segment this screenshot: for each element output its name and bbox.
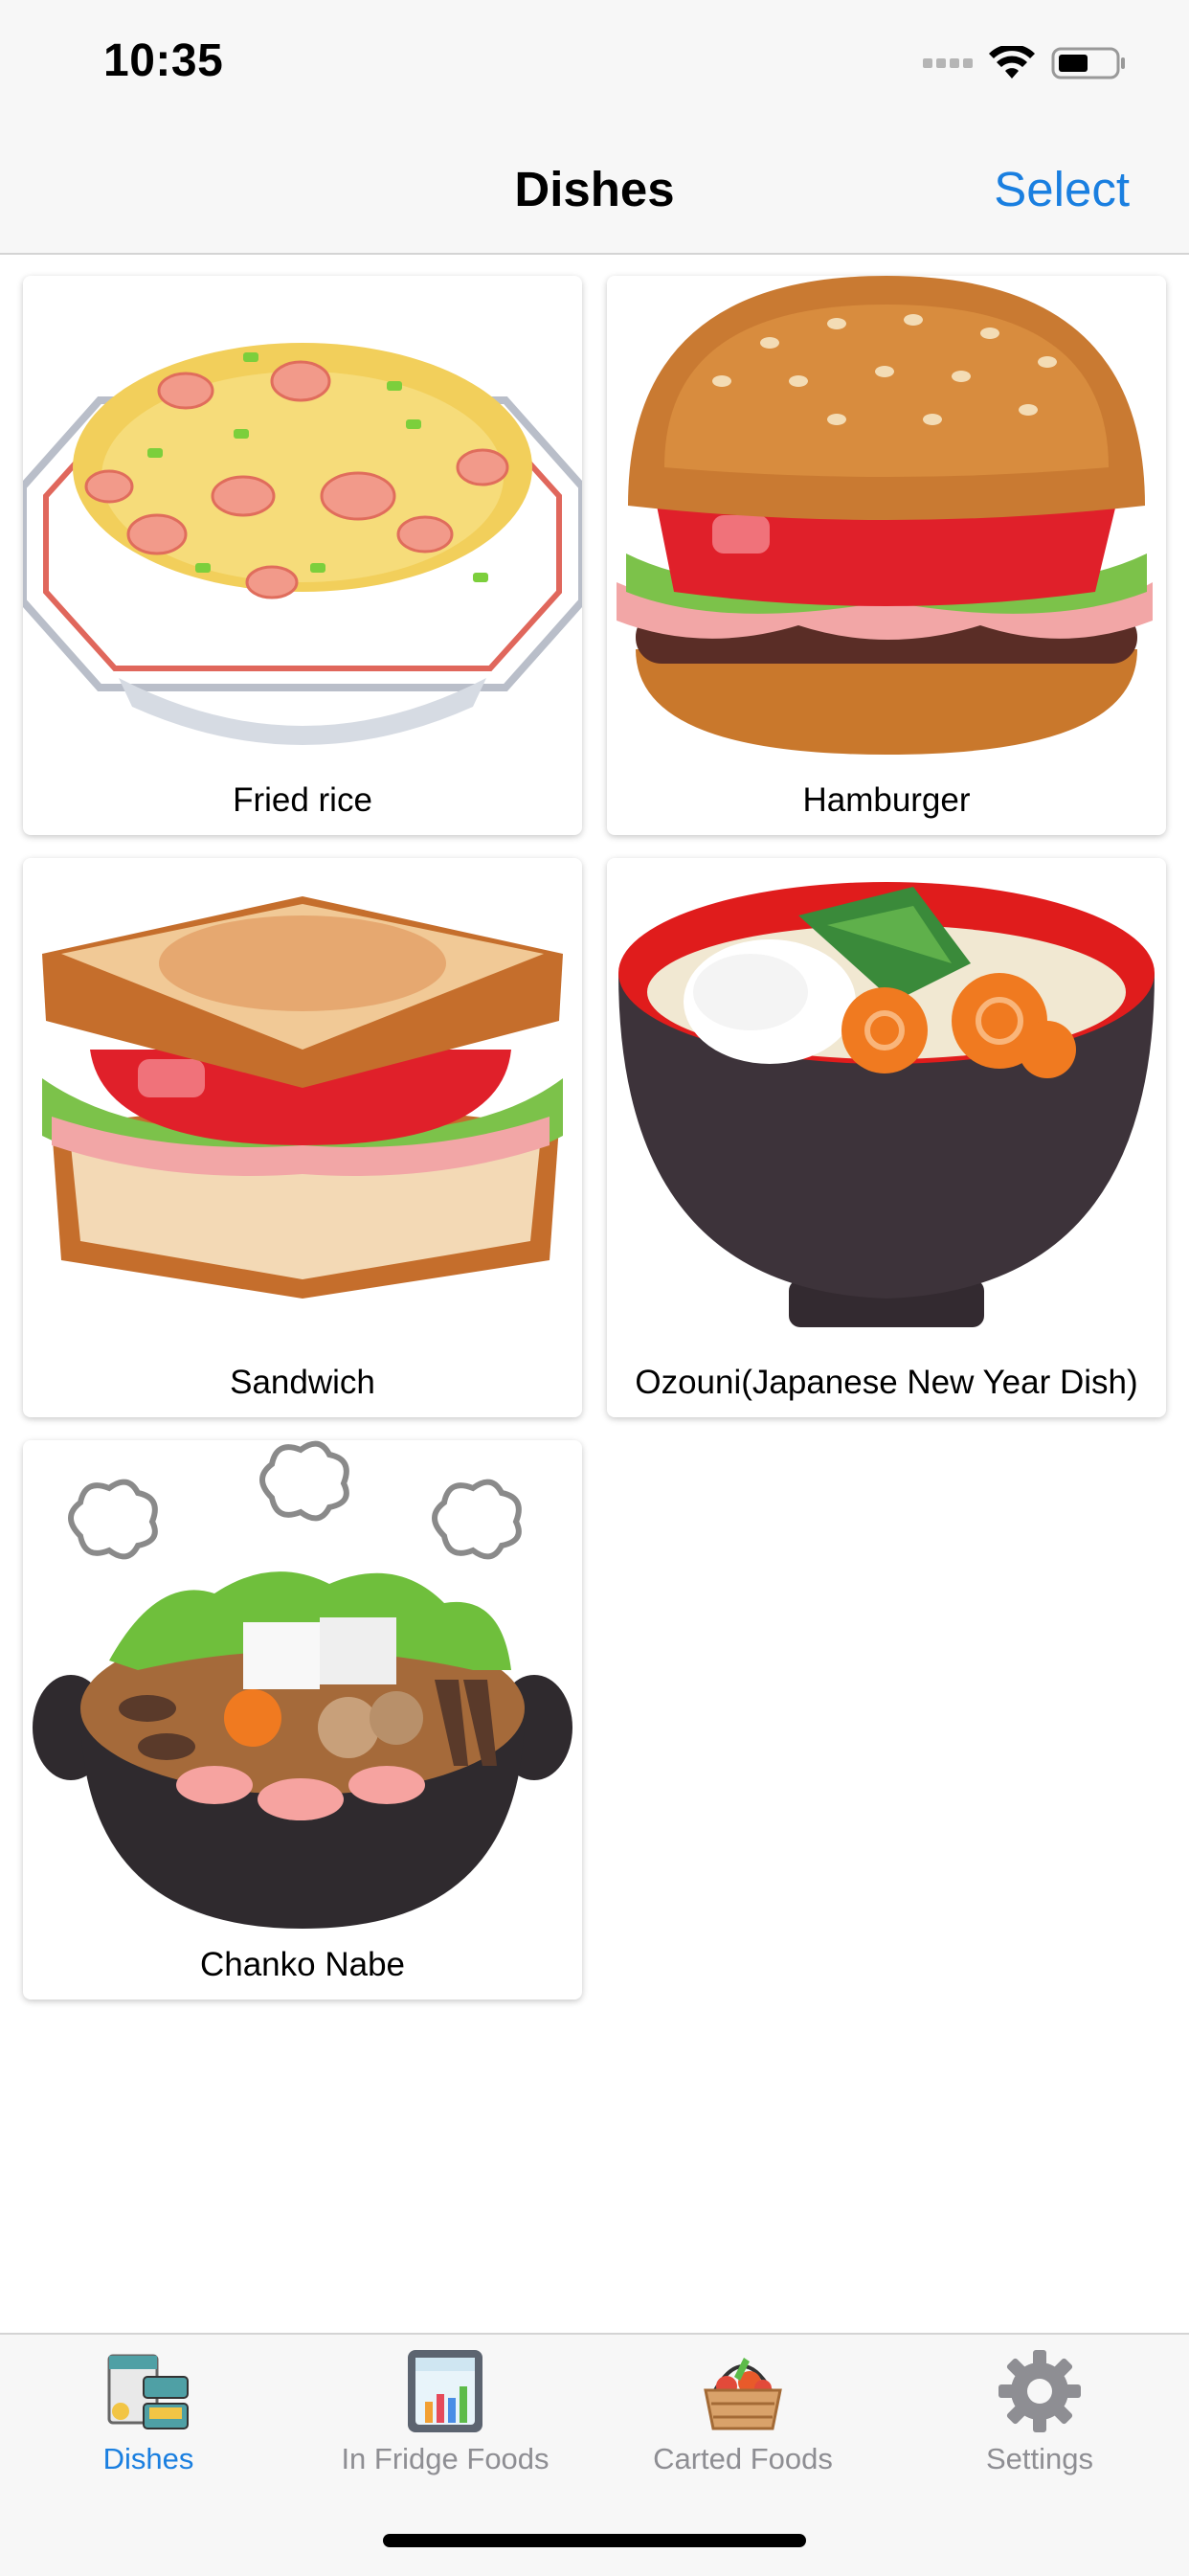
fried-rice-icon [23, 343, 582, 745]
fridge-icon [408, 2350, 482, 2432]
tab-settings[interactable]: Settings [891, 2335, 1188, 2517]
dish-name: Fried rice [233, 781, 372, 819]
status-icons [923, 44, 1128, 82]
home-indicator[interactable] [383, 2534, 806, 2547]
tab-label: Dishes [102, 2442, 194, 2475]
dish-name: Ozouni(Japanese New Year Dish) [635, 1364, 1138, 1401]
dish-name: Sandwich [230, 1364, 375, 1401]
dish-card-chanko-nabe[interactable]: Chanko Nabe [23, 1440, 582, 2000]
sandwich-icon [42, 896, 563, 1299]
select-button[interactable]: Select [994, 161, 1130, 217]
tab-carted-foods[interactable]: Carted Foods [594, 2335, 891, 2517]
ozouni-icon [618, 882, 1155, 1327]
dish-card-sandwich[interactable]: Sandwich [23, 858, 582, 1417]
wifi-icon [989, 46, 1035, 79]
hamburger-icon [617, 276, 1153, 755]
status-time: 10:35 [103, 35, 224, 86]
basket-icon [704, 2358, 782, 2430]
tab-label: Carted Foods [653, 2442, 833, 2475]
tab-in-fridge-foods[interactable]: In Fridge Foods [297, 2335, 594, 2517]
top-bar: 10:35 Dishes Select [0, 0, 1189, 255]
battery-icon [1051, 47, 1125, 79]
dish-name: Hamburger [802, 781, 971, 819]
tab-label: In Fridge Foods [341, 2442, 550, 2475]
dish-card-fried-rice[interactable]: Fried rice [23, 276, 582, 835]
dish-name: Chanko Nabe [199, 1946, 406, 1983]
tab-label: Settings [985, 2442, 1093, 2475]
tab-dishes[interactable]: Dishes [0, 2335, 297, 2517]
chanko-nabe-icon [33, 1440, 572, 1929]
cellular-signal-icon [923, 58, 973, 68]
gear-icon [998, 2350, 1081, 2432]
dishes-tab-icon [107, 2354, 189, 2429]
dish-card-ozouni[interactable]: Ozouni(Japanese New Year Dish) [607, 858, 1166, 1417]
dish-card-hamburger[interactable]: Hamburger [607, 276, 1166, 835]
